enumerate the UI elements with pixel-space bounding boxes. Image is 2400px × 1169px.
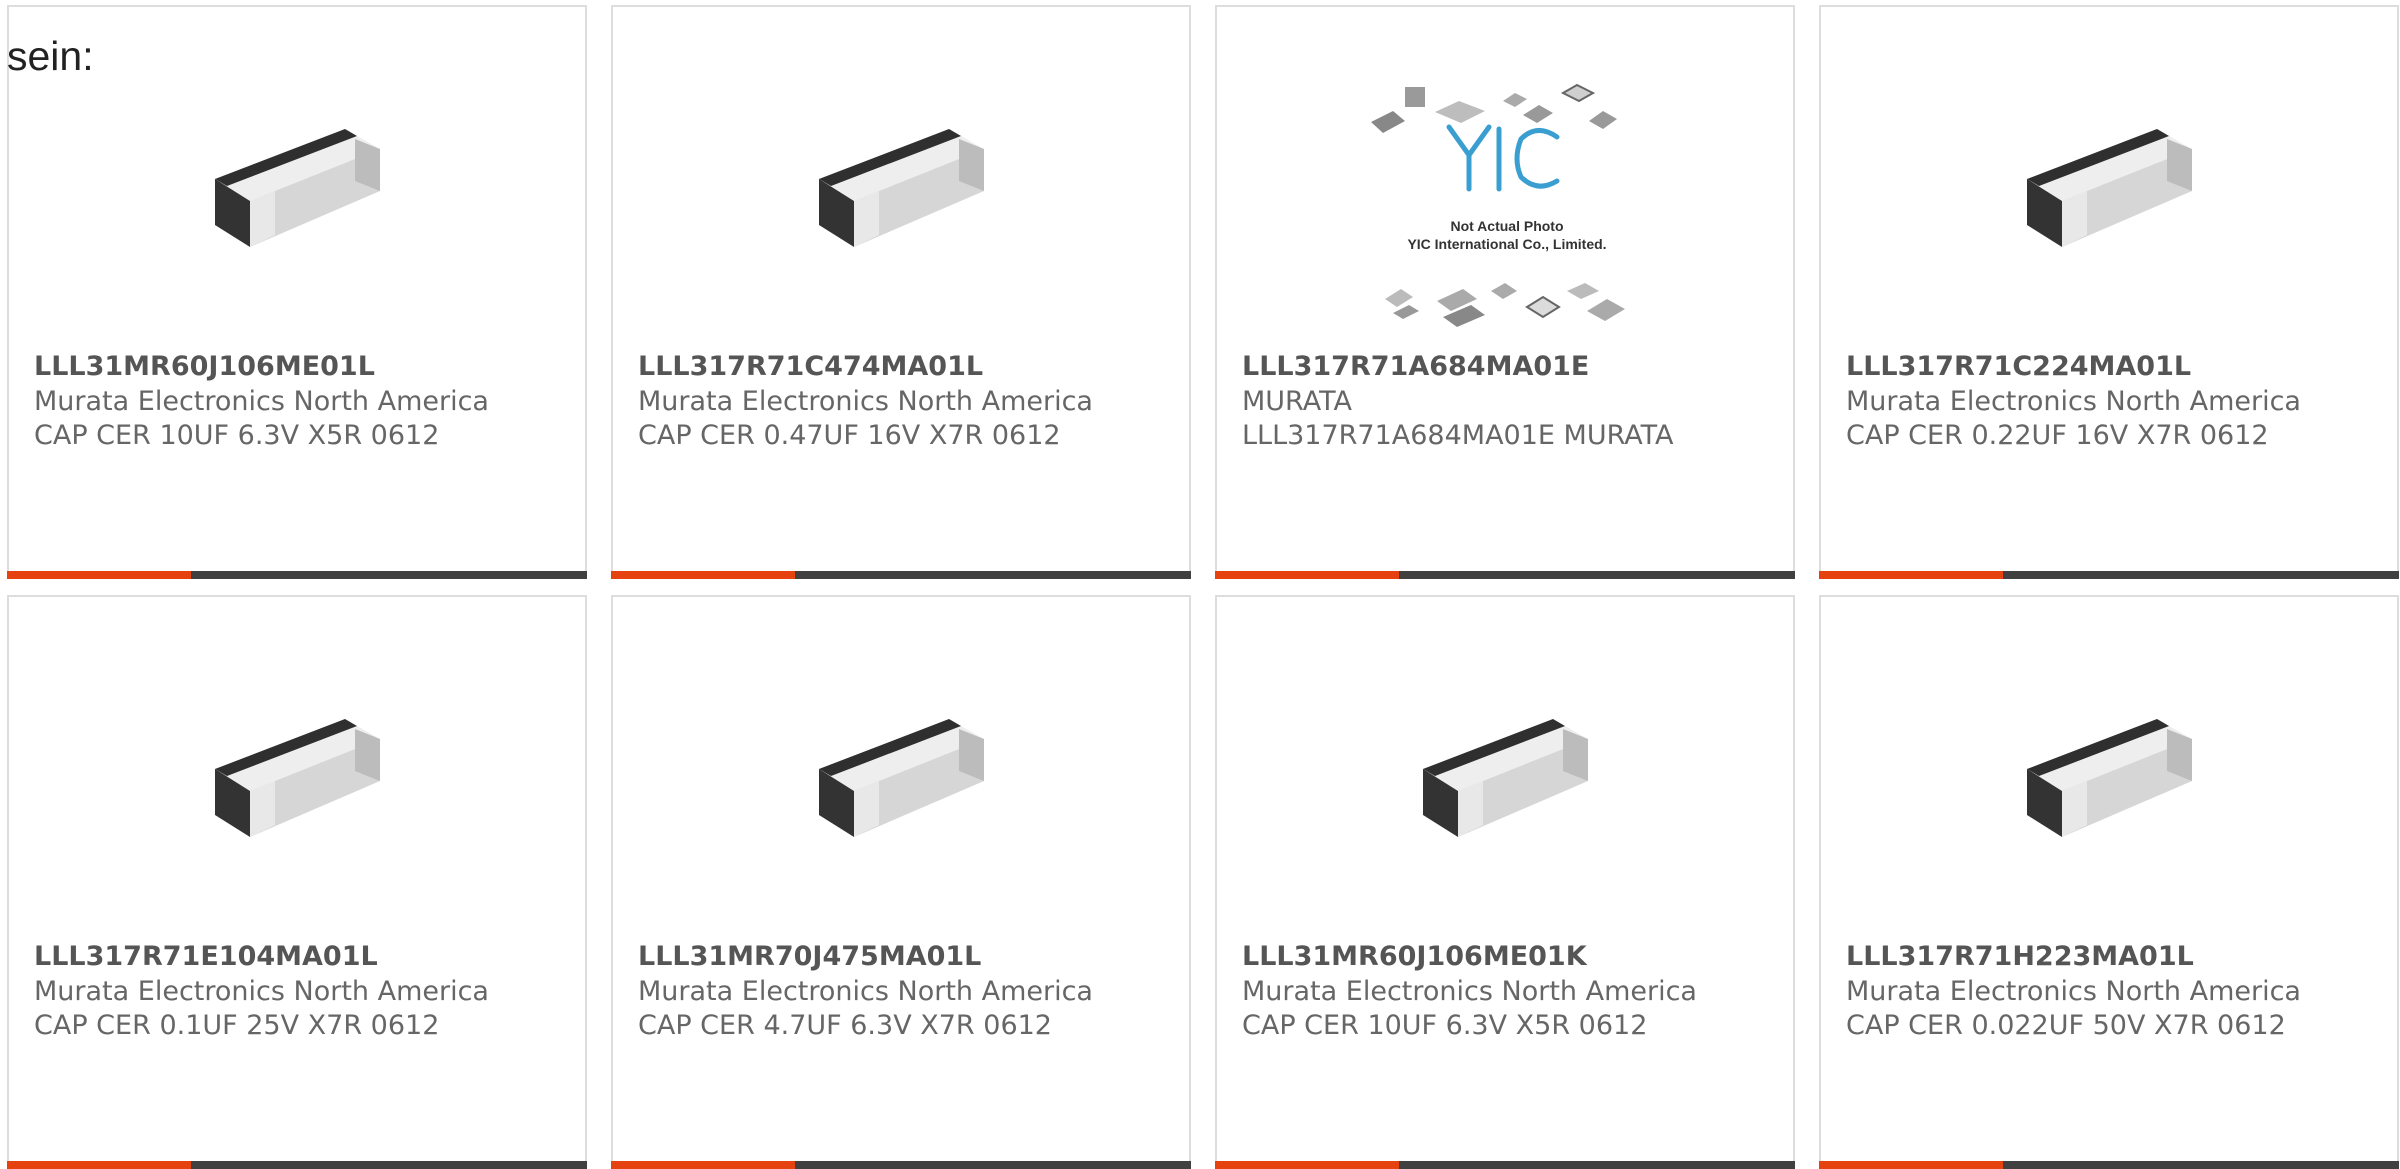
chip-capacitor-icon <box>2027 129 2192 247</box>
placeholder-line1: Not Actual Photo <box>1450 218 1563 234</box>
yic-logo-icon <box>1446 124 1560 192</box>
card-bar-accent <box>7 571 191 579</box>
card-bar-accent <box>7 1161 191 1169</box>
component-icon <box>1405 87 1425 107</box>
product-image[interactable] <box>2007 79 2207 279</box>
product-card[interactable]: LLL31MR60J106ME01K Murata Electronics No… <box>1215 595 1795 1169</box>
component-icon <box>1567 283 1599 299</box>
product-image[interactable] <box>1403 669 1603 869</box>
component-icon <box>1589 111 1617 129</box>
component-icon <box>1525 295 1561 319</box>
component-icon <box>1587 299 1625 321</box>
chip-capacitor-icon <box>215 719 380 837</box>
product-card[interactable]: LLL317R71H223MA01L Murata Electronics No… <box>1819 595 2399 1169</box>
description: CAP CER 0.22UF 16V X7R 0612 <box>1846 420 2269 451</box>
product-card[interactable]: LLL31MR60J106ME01L Murata Electronics No… <box>7 5 587 579</box>
part-number[interactable]: LLL31MR70J475MA01L <box>638 940 981 974</box>
product-card[interactable]: LLL317R71C224MA01L Murata Electronics No… <box>1819 5 2399 579</box>
card-bar <box>1215 571 1795 579</box>
manufacturer: Murata Electronics North America <box>1242 976 1697 1007</box>
component-icon <box>1560 83 1596 103</box>
product-image[interactable] <box>799 669 999 869</box>
part-number[interactable]: LLL317R71E104MA01L <box>34 940 378 974</box>
component-icon <box>1393 305 1419 319</box>
product-image[interactable]: Not Actual Photo YIC International Co., … <box>1367 67 1647 347</box>
manufacturer: Murata Electronics North America <box>638 386 1093 417</box>
component-icon <box>1371 111 1405 133</box>
card-bar-accent <box>611 571 795 579</box>
chip-capacitor-icon <box>1423 719 1588 837</box>
card-bar <box>7 571 587 579</box>
description: LLL317R71A684MA01E MURATA <box>1242 420 1674 451</box>
part-number[interactable]: LLL317R71H223MA01L <box>1846 940 2194 974</box>
part-number[interactable]: LLL31MR60J106ME01L <box>34 350 375 384</box>
manufacturer: Murata Electronics North America <box>1846 976 2301 1007</box>
manufacturer: Murata Electronics North America <box>34 386 489 417</box>
card-bar-accent <box>1819 571 2003 579</box>
card-bar <box>1819 571 2399 579</box>
product-image[interactable] <box>799 79 999 279</box>
card-bar <box>1215 1161 1795 1169</box>
card-bar <box>7 1161 587 1169</box>
card-bar-accent <box>1215 1161 1399 1169</box>
description: CAP CER 0.022UF 50V X7R 0612 <box>1846 1010 2286 1041</box>
product-card[interactable]: LLL317R71C474MA01L Murata Electronics No… <box>611 5 1191 579</box>
card-bar-accent <box>1819 1161 2003 1169</box>
card-bar-accent <box>1215 571 1399 579</box>
product-grid: LLL31MR60J106ME01L Murata Electronics No… <box>0 0 2400 1169</box>
chip-capacitor-icon <box>215 129 380 247</box>
chip-capacitor-icon <box>819 719 984 837</box>
description: CAP CER 0.1UF 25V X7R 0612 <box>34 1010 440 1041</box>
card-bar <box>1819 1161 2399 1169</box>
product-card[interactable]: LLL317R71E104MA01L Murata Electronics No… <box>7 595 587 1169</box>
component-icon <box>1435 101 1485 123</box>
card-bar <box>611 571 1191 579</box>
manufacturer: Murata Electronics North America <box>34 976 489 1007</box>
component-icon <box>1503 93 1527 107</box>
chip-capacitor-icon <box>2027 719 2192 837</box>
component-icon <box>1523 105 1553 123</box>
product-image[interactable] <box>195 79 395 279</box>
description: CAP CER 10UF 6.3V X5R 0612 <box>34 420 440 451</box>
product-card[interactable]: Not Actual Photo YIC International Co., … <box>1215 5 1795 579</box>
placeholder-line2: YIC International Co., Limited. <box>1407 236 1606 252</box>
description: CAP CER 10UF 6.3V X5R 0612 <box>1242 1010 1648 1041</box>
product-card[interactable]: LLL31MR70J475MA01L Murata Electronics No… <box>611 595 1191 1169</box>
manufacturer: Murata Electronics North America <box>1846 386 2301 417</box>
description: CAP CER 4.7UF 6.3V X7R 0612 <box>638 1010 1052 1041</box>
component-icon <box>1491 283 1517 299</box>
part-number[interactable]: LLL317R71C224MA01L <box>1846 350 2191 384</box>
manufacturer: MURATA <box>1242 386 1352 417</box>
not-actual-photo-image: Not Actual Photo YIC International Co., … <box>1371 83 1625 327</box>
part-number[interactable]: LLL31MR60J106ME01K <box>1242 940 1587 974</box>
product-image[interactable] <box>195 669 395 869</box>
product-image[interactable] <box>2007 669 2207 869</box>
chip-capacitor-icon <box>819 129 984 247</box>
card-bar-accent <box>611 1161 795 1169</box>
description: CAP CER 0.47UF 16V X7R 0612 <box>638 420 1061 451</box>
manufacturer: Murata Electronics North America <box>638 976 1093 1007</box>
part-number[interactable]: LLL317R71A684MA01E <box>1242 350 1589 384</box>
card-bar <box>611 1161 1191 1169</box>
part-number[interactable]: LLL317R71C474MA01L <box>638 350 983 384</box>
lead-text: sein: <box>7 33 94 79</box>
component-icon <box>1385 289 1413 307</box>
